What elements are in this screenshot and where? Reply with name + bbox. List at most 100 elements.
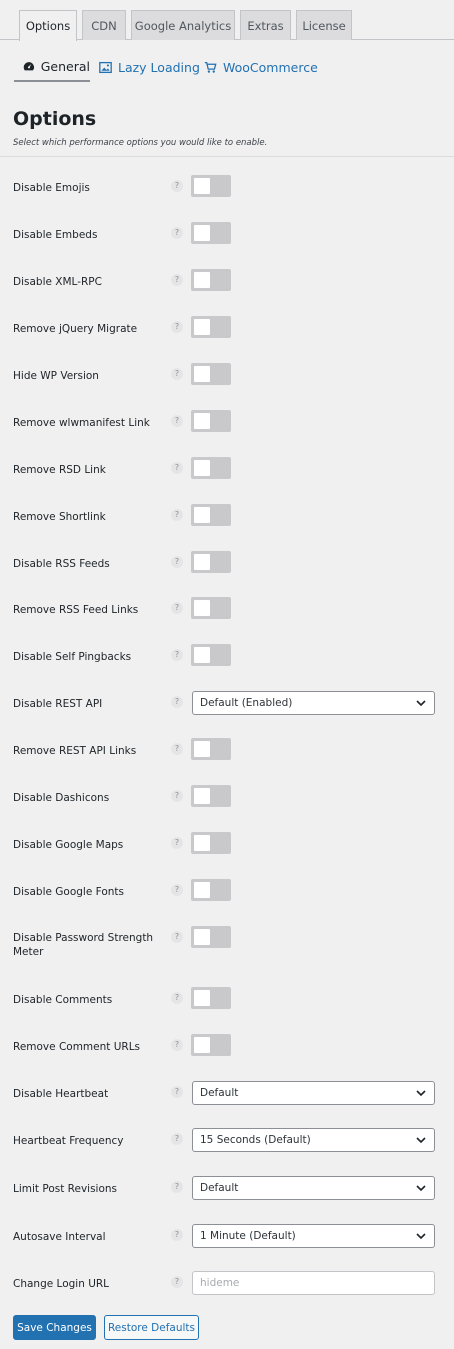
toggle-disable-embeds[interactable] [191, 222, 231, 244]
help-icon[interactable]: ? [171, 602, 183, 614]
toggle-knob [194, 882, 210, 898]
option-label: Autosave Interval [13, 1231, 106, 1243]
toggle-remove-comment-urls[interactable] [191, 1034, 231, 1056]
tab-extras-label: Extras [247, 18, 284, 33]
toggle-knob [194, 600, 210, 616]
option-label: Disable XML-RPC [13, 276, 102, 288]
help-icon[interactable]: ? [171, 556, 183, 568]
divider [0, 156, 454, 157]
help-icon[interactable]: ? [171, 274, 183, 286]
save-changes-button[interactable]: Save Changes [13, 1315, 96, 1340]
toggle-remove-rss-feed-links[interactable] [191, 597, 231, 619]
toggle-knob [194, 413, 210, 429]
toggle-disable-google-fonts[interactable] [191, 879, 231, 901]
toggle-remove-shortlink[interactable] [191, 504, 231, 526]
tab-extras[interactable]: Extras [240, 10, 291, 40]
help-icon[interactable]: ? [171, 462, 183, 474]
help-icon[interactable]: ? [171, 227, 183, 239]
tab-options[interactable]: Options [19, 10, 77, 41]
toggle-disable-comments[interactable] [191, 987, 231, 1009]
help-icon[interactable]: ? [171, 1086, 183, 1098]
select-limit-post-revisions[interactable]: Default [192, 1176, 435, 1200]
select-autosave-interval[interactable]: 1 Minute (Default) [192, 1224, 435, 1248]
subtab-lazy-loading-label: Lazy Loading [118, 59, 200, 75]
toggle-knob [194, 647, 210, 663]
option-label: Disable Self Pingbacks [13, 651, 132, 663]
toggle-disable-dashicons[interactable] [191, 785, 231, 807]
option-label: Remove Shortlink [13, 511, 106, 523]
subtab-woocommerce-label: WooCommerce [223, 59, 318, 75]
toggle-knob [194, 178, 210, 194]
toggle-hide-wp-version[interactable] [191, 363, 231, 385]
option-label: Disable Embeds [13, 229, 98, 241]
toggle-disable-rss-feeds[interactable] [191, 551, 231, 573]
toggle-disable-emojis[interactable] [191, 175, 231, 197]
restore-defaults-button[interactable]: Restore Defaults [104, 1315, 199, 1340]
help-icon[interactable]: ? [171, 1181, 183, 1193]
toggle-knob [194, 1037, 210, 1053]
help-icon[interactable]: ? [171, 1229, 183, 1241]
select-disable-rest-api[interactable]: Default (Enabled) [192, 691, 435, 715]
toggle-knob [194, 788, 210, 804]
help-icon[interactable]: ? [171, 649, 183, 661]
help-icon[interactable]: ? [171, 415, 183, 427]
help-icon[interactable]: ? [171, 931, 183, 943]
toggle-remove-jquery-migrate[interactable] [191, 316, 231, 338]
toggle-remove-rest-api-links[interactable] [191, 738, 231, 760]
select-value: Default [200, 1182, 239, 1194]
help-icon[interactable]: ? [171, 837, 183, 849]
help-icon[interactable]: ? [171, 1039, 183, 1051]
tab-cdn[interactable]: CDN [82, 10, 126, 40]
help-icon[interactable]: ? [171, 180, 183, 192]
chevron-down-icon [416, 1233, 426, 1240]
chevron-down-icon [416, 1185, 426, 1192]
help-icon[interactable]: ? [171, 321, 183, 333]
help-icon[interactable]: ? [171, 884, 183, 896]
option-label: Remove RSS Feed Links [13, 604, 139, 616]
help-icon[interactable]: ? [171, 992, 183, 1004]
toggle-knob [194, 366, 210, 382]
settings-tab-bar: Options CDN Google Analytics Extras Lice… [0, 0, 454, 41]
toggle-knob [194, 272, 210, 288]
help-icon[interactable]: ? [171, 368, 183, 380]
toggle-disable-google-maps[interactable] [191, 832, 231, 854]
toggle-knob [194, 741, 210, 757]
chevron-down-icon [416, 1090, 426, 1097]
toggle-disable-password-strength-meter[interactable] [191, 926, 231, 948]
subtab-lazy-loading[interactable]: Lazy Loading [99, 52, 200, 82]
toggle-remove-wlwmanifest[interactable] [191, 410, 231, 432]
toggle-disable-xmlrpc[interactable] [191, 269, 231, 291]
help-icon[interactable]: ? [171, 1133, 183, 1145]
image-icon [99, 61, 112, 73]
page-description: Select which performance options you wou… [13, 138, 268, 148]
select-value: 15 Seconds (Default) [200, 1134, 311, 1146]
help-icon[interactable]: ? [171, 790, 183, 802]
toggle-knob [194, 990, 210, 1006]
select-value: Default (Enabled) [200, 697, 293, 709]
subtab-general[interactable]: General [14, 52, 90, 82]
help-icon[interactable]: ? [171, 743, 183, 755]
toggle-knob [194, 554, 210, 570]
select-heartbeat-frequency[interactable]: 15 Seconds (Default) [192, 1128, 435, 1152]
option-label: Disable REST API [13, 698, 103, 710]
toggle-knob [194, 225, 210, 241]
toggle-remove-rsd[interactable] [191, 457, 231, 479]
tab-google-analytics[interactable]: Google Analytics [131, 10, 235, 40]
toggle-disable-self-pingbacks[interactable] [191, 644, 231, 666]
option-label: Remove REST API Links [13, 745, 137, 757]
option-label: Disable RSS Feeds [13, 558, 110, 570]
tab-license[interactable]: License [296, 10, 352, 40]
subtab-woocommerce[interactable]: WooCommerce [204, 52, 318, 82]
select-disable-heartbeat[interactable]: Default [192, 1081, 435, 1105]
help-icon[interactable]: ? [171, 696, 183, 708]
chevron-down-icon [416, 1137, 426, 1144]
help-icon[interactable]: ? [171, 509, 183, 521]
chevron-down-icon [416, 700, 426, 707]
option-label: Disable Comments [13, 994, 113, 1006]
toggle-knob [194, 460, 210, 476]
help-icon[interactable]: ? [171, 1276, 183, 1288]
login-url-input[interactable] [192, 1271, 435, 1295]
option-label: Disable Google Maps [13, 839, 124, 851]
toggle-knob [194, 319, 210, 335]
option-label: Disable Heartbeat [13, 1088, 109, 1100]
